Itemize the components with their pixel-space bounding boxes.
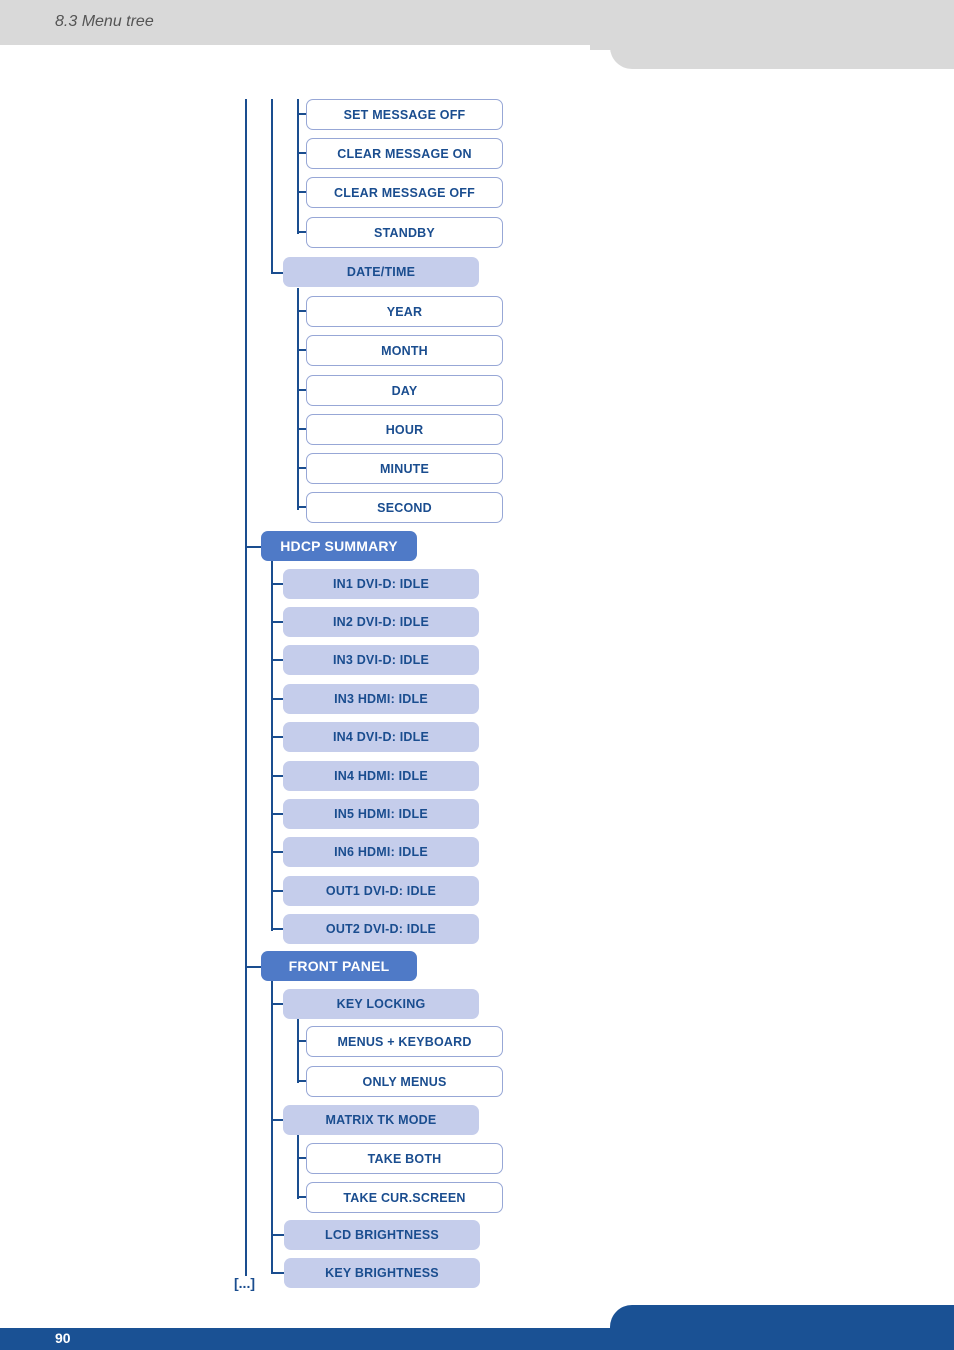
- menu-leaf: CLEAR MESSAGE ON: [306, 138, 503, 169]
- header-tab-shape: [590, 40, 954, 69]
- connector: [245, 966, 261, 968]
- page-footer: [0, 1328, 954, 1350]
- connector: [297, 428, 306, 430]
- hdcp-status-item: IN5 HDMI: IDLE: [283, 799, 479, 829]
- connector: [297, 1157, 306, 1159]
- connector: [271, 1272, 284, 1274]
- hdcp-status-item: IN4 HDMI: IDLE: [283, 761, 479, 791]
- connector: [297, 1080, 306, 1082]
- menu-leaf: MONTH: [306, 335, 503, 366]
- connector: [297, 191, 306, 193]
- connector: [271, 928, 283, 930]
- connector: [297, 349, 306, 351]
- menu-leaf: SET MESSAGE OFF: [306, 99, 503, 130]
- connector: [297, 1196, 306, 1198]
- menu-item-key-brightness: KEY BRIGHTNESS: [284, 1258, 480, 1288]
- menu-leaf: STANDBY: [306, 217, 503, 248]
- connector: [271, 698, 283, 700]
- menu-leaf: YEAR: [306, 296, 503, 327]
- hdcp-status-item: IN3 HDMI: IDLE: [283, 684, 479, 714]
- menu-item-key-locking: KEY LOCKING: [283, 989, 479, 1019]
- connector: [271, 736, 283, 738]
- hdcp-status-item: OUT2 DVI-D: IDLE: [283, 914, 479, 944]
- menu-item-date-time: DATE/TIME: [283, 257, 479, 287]
- connector: [271, 1119, 283, 1121]
- connector: [271, 272, 283, 274]
- menu-item-front-panel: FRONT PANEL: [261, 951, 417, 981]
- connector: [297, 231, 306, 233]
- hdcp-status-item: IN1 DVI-D: IDLE: [283, 569, 479, 599]
- connector: [297, 389, 306, 391]
- page-number: 90: [55, 1330, 71, 1346]
- hdcp-status-item: IN3 DVI-D: IDLE: [283, 645, 479, 675]
- menu-leaf: HOUR: [306, 414, 503, 445]
- menu-leaf: TAKE CUR.SCREEN: [306, 1182, 503, 1213]
- connector: [271, 813, 283, 815]
- connector: [271, 659, 283, 661]
- settings-branch-line: [271, 99, 273, 274]
- menu-leaf: ONLY MENUS: [306, 1066, 503, 1097]
- hdcp-status-item: IN4 DVI-D: IDLE: [283, 722, 479, 752]
- tree-trunk-line: [245, 99, 247, 1276]
- connector: [271, 851, 283, 853]
- connector: [271, 621, 283, 623]
- connector: [297, 310, 306, 312]
- continuation-marker: [...]: [234, 1275, 255, 1291]
- menu-item-lcd-brightness: LCD BRIGHTNESS: [284, 1220, 480, 1250]
- section-title: 8.3 Menu tree: [55, 13, 154, 30]
- menu-leaf: MINUTE: [306, 453, 503, 484]
- hdcp-branch-line: [271, 561, 273, 931]
- connector: [297, 1040, 306, 1042]
- message-branch-line: [297, 99, 299, 234]
- menu-item-matrix-tk-mode: MATRIX TK MODE: [283, 1105, 479, 1135]
- menu-leaf: MENUS + KEYBOARD: [306, 1026, 503, 1057]
- connector: [297, 113, 306, 115]
- hdcp-status-item: OUT1 DVI-D: IDLE: [283, 876, 479, 906]
- connector: [297, 467, 306, 469]
- menu-leaf: DAY: [306, 375, 503, 406]
- keylocking-branch-line: [297, 1019, 299, 1083]
- menu-leaf: SECOND: [306, 492, 503, 523]
- connector: [271, 1234, 284, 1236]
- connector: [297, 152, 306, 154]
- frontpanel-branch-line: [271, 981, 273, 1274]
- connector: [271, 775, 283, 777]
- menu-item-hdcp-summary: HDCP SUMMARY: [261, 531, 417, 561]
- connector: [271, 583, 283, 585]
- datetime-branch-line: [297, 288, 299, 510]
- hdcp-status-item: IN2 DVI-D: IDLE: [283, 607, 479, 637]
- matrix-branch-line: [297, 1135, 299, 1199]
- connector: [271, 1003, 283, 1005]
- hdcp-status-item: IN6 HDMI: IDLE: [283, 837, 479, 867]
- menu-leaf: TAKE BOTH: [306, 1143, 503, 1174]
- connector: [271, 890, 283, 892]
- connector: [297, 506, 306, 508]
- connector: [245, 546, 261, 548]
- menu-leaf: CLEAR MESSAGE OFF: [306, 177, 503, 208]
